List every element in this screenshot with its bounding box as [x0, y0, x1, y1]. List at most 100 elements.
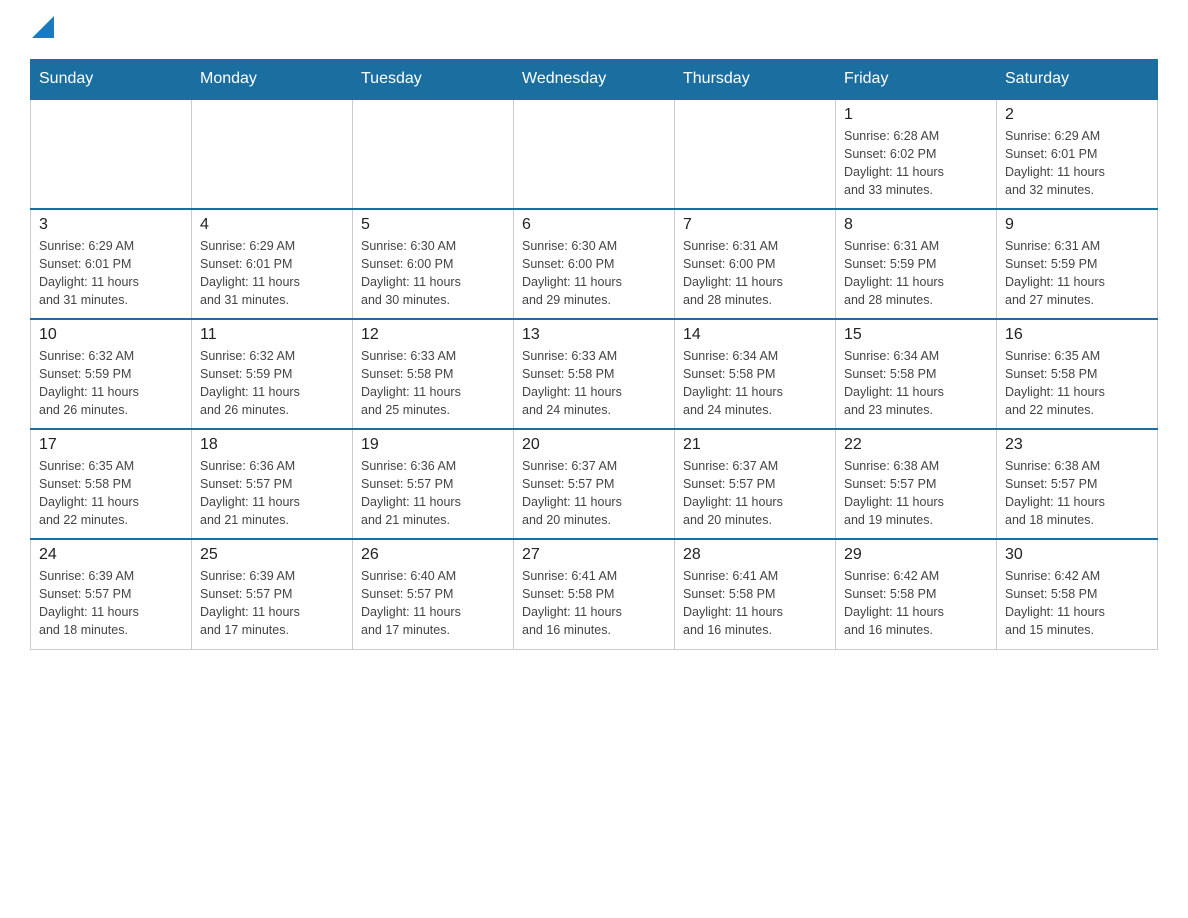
calendar-cell: 6 Sunrise: 6:30 AMSunset: 6:00 PMDaylight… — [514, 209, 675, 319]
calendar-cell: 20 Sunrise: 6:37 AMSunset: 5:57 PMDayligh… — [514, 429, 675, 539]
day-number: 28 — [683, 546, 827, 564]
day-number: 2 — [1005, 106, 1149, 124]
day-number: 25 — [200, 546, 344, 564]
day-number: 29 — [844, 546, 988, 564]
day-info: Sunrise: 6:41 AMSunset: 5:58 PMDaylight:… — [683, 567, 827, 640]
day-number: 6 — [522, 216, 666, 234]
day-number: 5 — [361, 216, 505, 234]
day-number: 18 — [200, 436, 344, 454]
day-info: Sunrise: 6:30 AMSunset: 6:00 PMDaylight:… — [361, 237, 505, 310]
calendar-cell: 26 Sunrise: 6:40 AMSunset: 5:57 PMDayligh… — [353, 539, 514, 649]
day-number: 11 — [200, 326, 344, 344]
day-info: Sunrise: 6:33 AMSunset: 5:58 PMDaylight:… — [361, 347, 505, 420]
day-info: Sunrise: 6:29 AMSunset: 6:01 PMDaylight:… — [1005, 127, 1149, 200]
day-number: 16 — [1005, 326, 1149, 344]
calendar-cell: 3 Sunrise: 6:29 AMSunset: 6:01 PMDaylight… — [31, 209, 192, 319]
day-info: Sunrise: 6:32 AMSunset: 5:59 PMDaylight:… — [39, 347, 183, 420]
day-number: 27 — [522, 546, 666, 564]
logo — [30, 20, 54, 41]
calendar-week-row-1: 1Sunrise: 6:28 AMSunset: 6:02 PMDaylight… — [31, 99, 1158, 209]
day-info: Sunrise: 6:38 AMSunset: 5:57 PMDaylight:… — [1005, 457, 1149, 530]
day-number: 4 — [200, 216, 344, 234]
col-wednesday: Wednesday — [514, 60, 675, 100]
day-number: 12 — [361, 326, 505, 344]
day-number: 26 — [361, 546, 505, 564]
calendar-cell: 5 Sunrise: 6:30 AMSunset: 6:00 PMDaylight… — [353, 209, 514, 319]
calendar-cell: 23 Sunrise: 6:38 AMSunset: 5:57 PMDayligh… — [997, 429, 1158, 539]
calendar-cell: 18 Sunrise: 6:36 AMSunset: 5:57 PMDayligh… — [192, 429, 353, 539]
day-info: Sunrise: 6:30 AMSunset: 6:00 PMDaylight:… — [522, 237, 666, 310]
calendar-cell: 12 Sunrise: 6:33 AMSunset: 5:58 PMDayligh… — [353, 319, 514, 429]
day-number: 17 — [39, 436, 183, 454]
day-number: 19 — [361, 436, 505, 454]
day-info: Sunrise: 6:35 AMSunset: 5:58 PMDaylight:… — [1005, 347, 1149, 420]
col-friday: Friday — [836, 60, 997, 100]
day-info: Sunrise: 6:34 AMSunset: 5:58 PMDaylight:… — [844, 347, 988, 420]
calendar-cell: 21 Sunrise: 6:37 AMSunset: 5:57 PMDayligh… — [675, 429, 836, 539]
day-number: 9 — [1005, 216, 1149, 234]
col-sunday: Sunday — [31, 60, 192, 100]
day-number: 7 — [683, 216, 827, 234]
col-monday: Monday — [192, 60, 353, 100]
day-info: Sunrise: 6:41 AMSunset: 5:58 PMDaylight:… — [522, 567, 666, 640]
day-info: Sunrise: 6:31 AMSunset: 6:00 PMDaylight:… — [683, 237, 827, 310]
day-info: Sunrise: 6:29 AMSunset: 6:01 PMDaylight:… — [200, 237, 344, 310]
calendar-table: Sunday Monday Tuesday Wednesday Thursday… — [30, 59, 1158, 650]
day-info: Sunrise: 6:40 AMSunset: 5:57 PMDaylight:… — [361, 567, 505, 640]
day-info: Sunrise: 6:39 AMSunset: 5:57 PMDaylight:… — [39, 567, 183, 640]
day-number: 20 — [522, 436, 666, 454]
calendar-cell: 17 Sunrise: 6:35 AMSunset: 5:58 PMDayligh… — [31, 429, 192, 539]
calendar-cell — [675, 99, 836, 209]
calendar-cell: 22 Sunrise: 6:38 AMSunset: 5:57 PMDayligh… — [836, 429, 997, 539]
day-number: 15 — [844, 326, 988, 344]
day-info: Sunrise: 6:35 AMSunset: 5:58 PMDaylight:… — [39, 457, 183, 530]
calendar-cell: 7 Sunrise: 6:31 AMSunset: 6:00 PMDaylight… — [675, 209, 836, 319]
day-info: Sunrise: 6:32 AMSunset: 5:59 PMDaylight:… — [200, 347, 344, 420]
calendar-cell: 1Sunrise: 6:28 AMSunset: 6:02 PMDaylight… — [836, 99, 997, 209]
page-header — [30, 20, 1158, 41]
calendar-cell: 24 Sunrise: 6:39 AMSunset: 5:57 PMDayligh… — [31, 539, 192, 649]
calendar-cell: 30 Sunrise: 6:42 AMSunset: 5:58 PMDayligh… — [997, 539, 1158, 649]
day-number: 23 — [1005, 436, 1149, 454]
calendar-cell: 16 Sunrise: 6:35 AMSunset: 5:58 PMDayligh… — [997, 319, 1158, 429]
day-number: 22 — [844, 436, 988, 454]
day-info: Sunrise: 6:37 AMSunset: 5:57 PMDaylight:… — [683, 457, 827, 530]
col-saturday: Saturday — [997, 60, 1158, 100]
day-info: Sunrise: 6:42 AMSunset: 5:58 PMDaylight:… — [844, 567, 988, 640]
day-info: Sunrise: 6:37 AMSunset: 5:57 PMDaylight:… — [522, 457, 666, 530]
logo-triangle-icon — [32, 16, 54, 38]
day-info: Sunrise: 6:28 AMSunset: 6:02 PMDaylight:… — [844, 127, 988, 200]
day-info: Sunrise: 6:36 AMSunset: 5:57 PMDaylight:… — [361, 457, 505, 530]
day-number: 14 — [683, 326, 827, 344]
calendar-cell: 9 Sunrise: 6:31 AMSunset: 5:59 PMDaylight… — [997, 209, 1158, 319]
day-info: Sunrise: 6:34 AMSunset: 5:58 PMDaylight:… — [683, 347, 827, 420]
day-number: 24 — [39, 546, 183, 564]
calendar-cell: 14 Sunrise: 6:34 AMSunset: 5:58 PMDayligh… — [675, 319, 836, 429]
calendar-cell: 19 Sunrise: 6:36 AMSunset: 5:57 PMDayligh… — [353, 429, 514, 539]
day-info: Sunrise: 6:33 AMSunset: 5:58 PMDaylight:… — [522, 347, 666, 420]
calendar-cell — [192, 99, 353, 209]
weekday-header-row: Sunday Monday Tuesday Wednesday Thursday… — [31, 60, 1158, 100]
day-info: Sunrise: 6:31 AMSunset: 5:59 PMDaylight:… — [1005, 237, 1149, 310]
day-info: Sunrise: 6:36 AMSunset: 5:57 PMDaylight:… — [200, 457, 344, 530]
calendar-cell: 13Sunrise: 6:33 AMSunset: 5:58 PMDayligh… — [514, 319, 675, 429]
day-info: Sunrise: 6:42 AMSunset: 5:58 PMDaylight:… — [1005, 567, 1149, 640]
calendar-cell: 10 Sunrise: 6:32 AMSunset: 5:59 PMDayligh… — [31, 319, 192, 429]
calendar-week-row-3: 10 Sunrise: 6:32 AMSunset: 5:59 PMDayligh… — [31, 319, 1158, 429]
day-number: 8 — [844, 216, 988, 234]
calendar-cell: 27 Sunrise: 6:41 AMSunset: 5:58 PMDayligh… — [514, 539, 675, 649]
col-tuesday: Tuesday — [353, 60, 514, 100]
day-info: Sunrise: 6:38 AMSunset: 5:57 PMDaylight:… — [844, 457, 988, 530]
day-info: Sunrise: 6:31 AMSunset: 5:59 PMDaylight:… — [844, 237, 988, 310]
day-number: 21 — [683, 436, 827, 454]
day-info: Sunrise: 6:39 AMSunset: 5:57 PMDaylight:… — [200, 567, 344, 640]
calendar-cell — [353, 99, 514, 209]
calendar-cell: 4 Sunrise: 6:29 AMSunset: 6:01 PMDaylight… — [192, 209, 353, 319]
day-number: 30 — [1005, 546, 1149, 564]
calendar-cell: 2 Sunrise: 6:29 AMSunset: 6:01 PMDaylight… — [997, 99, 1158, 209]
day-number: 3 — [39, 216, 183, 234]
calendar-week-row-5: 24 Sunrise: 6:39 AMSunset: 5:57 PMDayligh… — [31, 539, 1158, 649]
calendar-cell: 25 Sunrise: 6:39 AMSunset: 5:57 PMDayligh… — [192, 539, 353, 649]
day-info: Sunrise: 6:29 AMSunset: 6:01 PMDaylight:… — [39, 237, 183, 310]
day-number: 10 — [39, 326, 183, 344]
